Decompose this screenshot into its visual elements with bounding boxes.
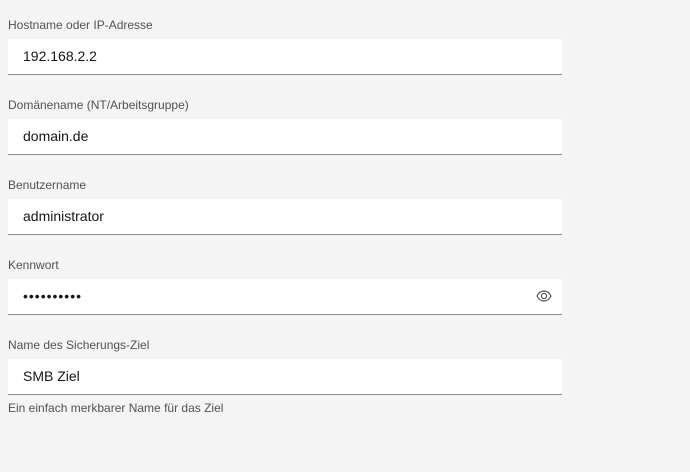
- hostname-label: Hostname oder IP-Adresse: [8, 18, 153, 32]
- hostname-value: 192.168.2.2: [23, 48, 97, 64]
- domain-input[interactable]: domain.de: [8, 119, 562, 155]
- domain-value: domain.de: [23, 128, 89, 144]
- hostname-input[interactable]: 192.168.2.2: [8, 39, 562, 75]
- password-value: ••••••••••: [23, 288, 83, 304]
- domain-label: Domänename (NT/Arbeitsgruppe): [8, 98, 189, 112]
- eye-icon[interactable]: [536, 288, 552, 304]
- username-label: Benutzername: [8, 178, 87, 192]
- username-input[interactable]: administrator: [8, 199, 562, 235]
- username-value: administrator: [23, 208, 104, 224]
- target-name-value: SMB Ziel: [23, 368, 80, 384]
- password-label: Kennwort: [8, 258, 59, 272]
- target-name-label: Name des Sicherungs-Ziel: [8, 338, 150, 352]
- target-name-helper-text: Ein einfach merkbarer Name für das Ziel: [8, 401, 224, 415]
- target-name-input[interactable]: SMB Ziel: [8, 359, 562, 395]
- password-input[interactable]: ••••••••••: [8, 279, 562, 315]
- eye-icon-graphic: [536, 290, 552, 302]
